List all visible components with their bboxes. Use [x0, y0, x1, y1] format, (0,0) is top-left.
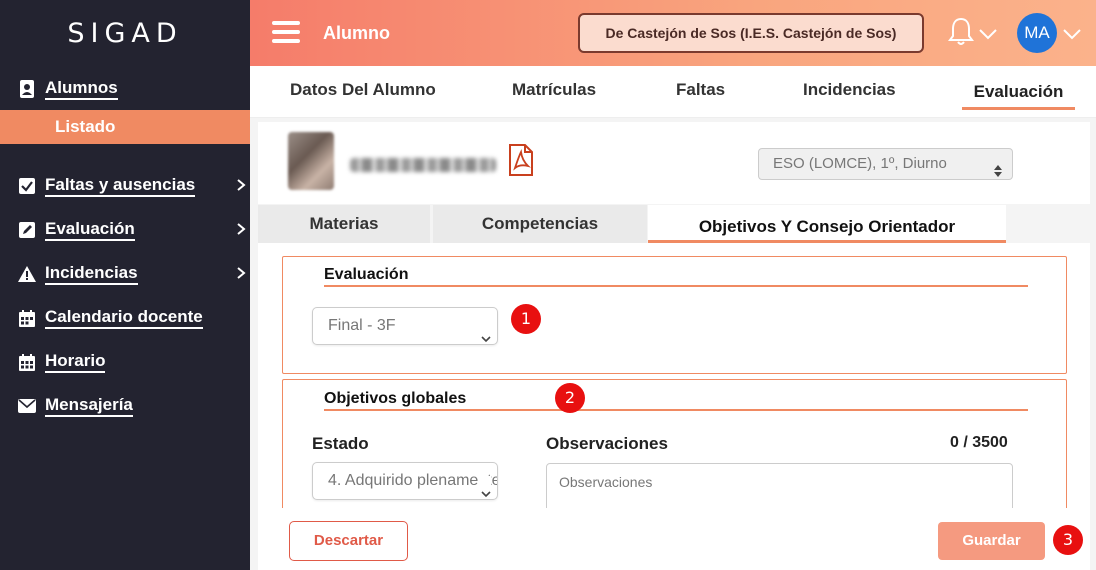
chevron-down-icon[interactable] [978, 27, 998, 45]
sidebar-item-label: Calendario docente [45, 307, 203, 329]
tab-materias[interactable]: Materias [258, 205, 430, 243]
annotation-marker-2: 2 [555, 383, 585, 413]
student-name-redacted [350, 158, 496, 172]
tab-competencias[interactable]: Competencias [433, 205, 647, 243]
evaluation-box: Evaluación Final - 3F [282, 256, 1067, 374]
avatar[interactable]: MA [1017, 13, 1057, 53]
evaluation-select[interactable]: Final - 3F [312, 307, 498, 345]
chevron-right-icon [236, 265, 246, 285]
sidebar-item-alumnos[interactable]: Alumnos [18, 75, 118, 103]
tab-faltas[interactable]: Faltas [676, 80, 725, 100]
pdf-icon[interactable] [508, 144, 534, 181]
sidebar-item-label: Alumnos [45, 78, 118, 100]
tab-evaluacion[interactable]: Evaluación [962, 82, 1075, 110]
observaciones-label: Observaciones [546, 434, 668, 453]
estado-select[interactable]: 4. Adquirido plenamente [312, 462, 498, 500]
course-select-value: ESO (LOMCE), 1º, Diurno [773, 155, 947, 172]
chevron-down-icon [481, 321, 491, 344]
course-select[interactable]: ESO (LOMCE), 1º, Diurno [758, 148, 1013, 180]
footer-actions: Descartar Guardar [258, 508, 1090, 570]
observaciones-textarea[interactable]: Observaciones [546, 463, 1013, 508]
student-photo [288, 132, 334, 190]
divider [324, 409, 1028, 411]
sidebar-subitem-listado[interactable]: Listado [0, 110, 250, 144]
estado-label: Estado [312, 434, 369, 453]
divider [324, 285, 1028, 287]
envelope-icon [18, 397, 36, 415]
school-selector-button[interactable]: De Castejón de Sos (I.E.S. Castejón de S… [578, 13, 924, 53]
chevron-down-icon[interactable] [1062, 27, 1082, 45]
tab-matriculas[interactable]: Matrículas [512, 80, 596, 100]
sidebar-item-faltas[interactable]: Faltas y ausencias [18, 172, 250, 200]
chevron-down-icon [479, 476, 491, 499]
evaluation-select-value: Final - 3F [328, 317, 396, 334]
bell-icon[interactable] [948, 17, 974, 52]
objectives-title: Objetivos globales [324, 390, 467, 407]
objectives-box: Objetivos globales Estado Observaciones … [282, 379, 1067, 508]
warning-icon [18, 265, 36, 283]
sidebar-item-horario[interactable]: Horario [18, 348, 106, 376]
sidebar-item-label: Evaluación [45, 219, 135, 241]
annotation-marker-3: 3 [1053, 525, 1083, 555]
calendar-icon [18, 309, 36, 327]
main-content: Evaluación Final - 3F Objetivos globales… [258, 243, 1090, 508]
annotation-marker-1: 1 [511, 304, 541, 334]
sidebar-item-incidencias[interactable]: Incidencias [18, 260, 250, 288]
calendar-grid-icon [18, 353, 36, 371]
section-tabs: Materias Competencias Objetivos Y Consej… [258, 205, 1008, 243]
page-title: Alumno [323, 23, 390, 43]
tab-datos-del-alumno[interactable]: Datos Del Alumno [290, 80, 436, 100]
top-tabs: Datos Del Alumno Matrículas Faltas Incid… [250, 66, 1096, 118]
estado-select-value: 4. Adquirido plenamente [328, 472, 498, 489]
sidebar-item-mensajeria[interactable]: Mensajería [18, 392, 133, 420]
tab-objetivos[interactable]: Objetivos Y Consejo Orientador [648, 205, 1006, 243]
address-book-icon [18, 80, 36, 98]
hamburger-menu-icon[interactable] [272, 21, 300, 45]
sort-arrows-icon [994, 158, 1002, 188]
sidebar-item-label: Horario [45, 351, 106, 373]
sidebar-item-evaluacion[interactable]: Evaluación [18, 216, 250, 244]
sidebar-item-calendario[interactable]: Calendario docente [18, 304, 203, 332]
sidebar: SIGAD Alumnos Listado Faltas y ausencias… [0, 0, 250, 570]
discard-button[interactable]: Descartar [289, 521, 408, 561]
tab-incidencias[interactable]: Incidencias [803, 80, 896, 100]
sidebar-item-label: Faltas y ausencias [45, 175, 196, 197]
save-button[interactable]: Guardar [938, 522, 1045, 560]
edit-icon [18, 221, 36, 239]
evaluation-title: Evaluación [324, 266, 409, 283]
app-logo: SIGAD [67, 18, 183, 49]
checkbox-icon [18, 177, 36, 195]
char-counter: 0 / 3500 [950, 434, 1008, 451]
top-header: Alumno De Castejón de Sos (I.E.S. Castej… [250, 0, 1096, 66]
sidebar-item-label: Mensajería [45, 395, 133, 417]
chevron-right-icon [236, 221, 246, 241]
chevron-right-icon [236, 177, 246, 197]
sidebar-item-label: Incidencias [45, 263, 138, 285]
student-card: ESO (LOMCE), 1º, Diurno [258, 122, 1090, 204]
